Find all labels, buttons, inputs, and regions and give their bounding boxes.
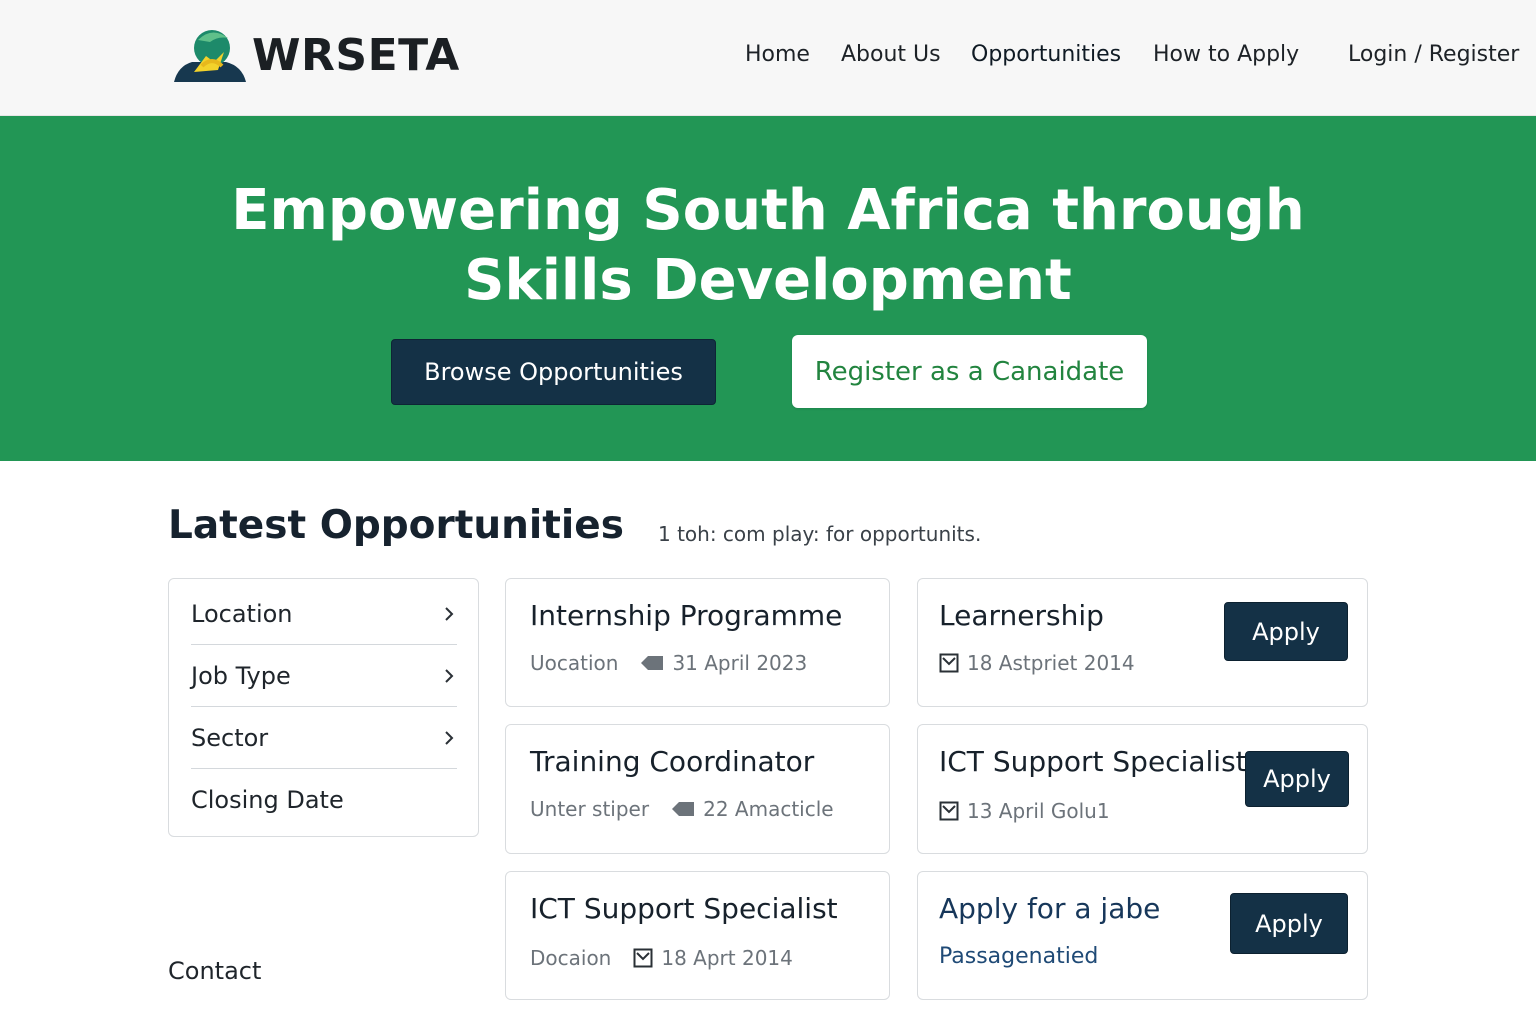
filter-label: Location <box>191 599 293 628</box>
hero-title-line1: Empowering South Africa through <box>231 178 1305 243</box>
card-date: 31 April 2023 <box>672 651 808 675</box>
filter-panel: Location Job Type Sector Closing Date <box>168 578 479 837</box>
filter-closing-date[interactable]: Closing Date <box>191 769 457 831</box>
opportunity-card[interactable]: ICT Support Specialist 13 April Golu1 Ap… <box>917 724 1368 854</box>
card-link[interactable]: Passagenatied <box>939 944 1098 969</box>
checkbox-icon <box>633 948 653 968</box>
tag-icon <box>672 802 695 816</box>
wrseta-logo-icon <box>174 30 246 82</box>
chevron-right-icon <box>445 668 454 683</box>
filter-label: Sector <box>191 723 269 752</box>
card-title: Training Coordinator <box>530 745 815 778</box>
card-date: 22 Amacticle <box>703 797 834 821</box>
hero-title-line2: Skills Development <box>464 248 1072 313</box>
apply-button[interactable]: Apply <box>1245 751 1349 807</box>
card-date: 18 Astpriet 2014 <box>967 651 1135 675</box>
card-title: Learnership <box>939 599 1104 632</box>
nav-how-to-apply[interactable]: How to Apply <box>1153 42 1299 67</box>
opportunity-card[interactable]: Learnership 18 Astpriet 2014 Apply <box>917 578 1368 707</box>
card-location: Unter stiper <box>530 797 650 821</box>
card-title: Apply for a jabe <box>939 892 1161 925</box>
hero-title: Empowering South Africa through Skills D… <box>0 176 1536 316</box>
section-subtitle: 1 toh: com play: for opportunits. <box>658 522 982 546</box>
browse-opportunities-button[interactable]: Browse Opportunities <box>391 339 716 405</box>
top-navigation-bar: WRSETA Home About Us Opportunities How t… <box>0 0 1536 116</box>
card-meta: Docaion 18 Aprt 2014 <box>530 946 793 970</box>
chevron-right-icon <box>445 606 454 621</box>
card-title: ICT Support Specialist <box>939 745 1247 778</box>
checkbox-icon <box>939 801 959 821</box>
filter-label: Closing Date <box>191 786 344 814</box>
filter-sector[interactable]: Sector <box>191 707 457 769</box>
card-meta: Unter stiper 22 Amacticle <box>530 797 834 821</box>
filter-job-type[interactable]: Job Type <box>191 645 457 707</box>
section-title: Latest Opportunities <box>168 503 624 548</box>
filter-label: Job Type <box>191 661 291 690</box>
nav-home[interactable]: Home <box>745 42 810 67</box>
card-title: Internship Programme <box>530 599 843 632</box>
opportunity-card[interactable]: Apply for a jabe Passagenatied Apply <box>917 871 1368 1000</box>
filter-location[interactable]: Location <box>191 583 457 645</box>
contact-link[interactable]: Contact <box>168 957 261 985</box>
tag-icon <box>641 656 664 670</box>
nav-opportunities[interactable]: Opportunities <box>971 42 1121 67</box>
brand-logo[interactable]: WRSETA <box>172 26 460 84</box>
hero-banner: Empowering South Africa through Skills D… <box>0 116 1536 461</box>
register-candidate-button[interactable]: Register as a Canaidate <box>792 335 1147 408</box>
chevron-right-icon <box>445 730 454 745</box>
opportunity-card[interactable]: ICT Support Specialist Docaion 18 Aprt 2… <box>505 871 890 1000</box>
card-title: ICT Support Specialist <box>530 892 838 925</box>
apply-button[interactable]: Apply <box>1224 602 1348 661</box>
nav-about-us[interactable]: About Us <box>841 42 941 67</box>
card-meta: Uocation 31 April 2023 <box>530 651 807 675</box>
nav-login-register[interactable]: Login / Register <box>1348 42 1519 67</box>
card-location: Docaion <box>530 946 612 970</box>
brand-name: WRSETA <box>252 29 460 81</box>
opportunity-card[interactable]: Internship Programme Uocation 31 April 2… <box>505 578 890 707</box>
apply-button[interactable]: Apply <box>1230 893 1348 954</box>
card-meta: 18 Astpriet 2014 <box>939 651 1135 675</box>
opportunity-card[interactable]: Training Coordinator Unter stiper 22 Ama… <box>505 724 890 854</box>
card-date: 13 April Golu1 <box>967 799 1110 823</box>
card-meta: 13 April Golu1 <box>939 799 1110 823</box>
checkbox-icon <box>939 653 959 673</box>
card-date: 18 Aprt 2014 <box>661 946 793 970</box>
card-location: Uocation <box>530 651 619 675</box>
